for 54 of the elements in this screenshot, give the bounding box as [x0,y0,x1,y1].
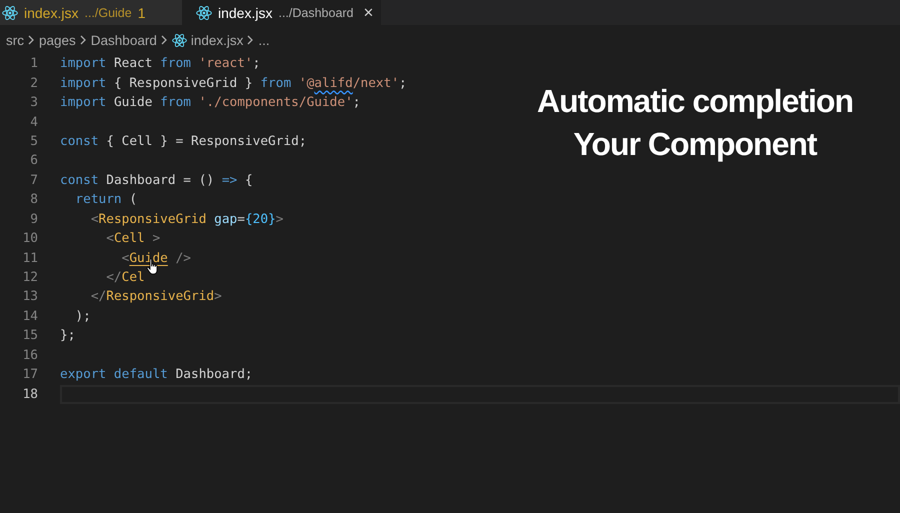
react-icon [196,4,212,20]
react-icon [2,4,18,20]
line-number: 6 [29,153,38,168]
line-number: 16 [22,348,38,363]
code-line: import React from 'react'; [60,56,260,72]
code-line: <Guide /> [120,250,191,266]
close-icon[interactable]: × [364,2,374,22]
tab-path: .../Guide [84,6,132,20]
breadcrumb-item[interactable]: src [6,32,24,48]
tab-filename: index.jsx [24,4,78,20]
breadcrumb-item[interactable]: ... [258,32,270,48]
breadcrumb-item[interactable]: Dashboard [90,32,157,48]
code-line: import Guide from './components/Guide'; [60,95,361,110]
line-number: 2 [29,76,38,91]
code-line: const { Cell } = ResponsiveGrid; [60,134,307,149]
breadcrumb-item[interactable]: index.jsx [172,32,244,48]
caption-text: Your Component [573,125,817,164]
code-line: </ResponsiveGrid> [90,289,222,304]
line-number: 9 [29,212,38,227]
line-number: 10 [22,231,38,246]
code-line: <Cell > [105,231,160,246]
code-line: export default Dashboard; [60,367,253,382]
editor-tab[interactable]: index.jsx .../Dashboard × [182,0,382,25]
chevron-icon [80,35,87,45]
line-number: 4 [29,114,38,130]
chevron-icon [28,35,35,45]
line-number: 1 [29,56,38,72]
problem-count: 1 [138,4,146,20]
line-number: 11 [22,250,38,266]
code-line: ); [74,308,91,324]
tab-path: .../Dashboard [278,6,354,20]
code-line: import { ResponsiveGrid } from '@alifd/next'; [60,76,407,91]
line-number: 17 [22,367,38,382]
code-line: return ( [74,192,138,208]
line-number: 15 [22,328,38,344]
line-number: 12 [22,270,38,286]
chevron-icon [160,35,168,45]
editor-tab[interactable]: index.jsx .../Guide 1 [0,0,182,25]
line-number: 18 [22,386,38,402]
chevron-icon [247,35,254,45]
caption-text: Automatic completion [536,82,853,121]
line-number: 14 [22,308,38,324]
line-number: 7 [29,172,38,188]
code-line: <ResponsiveGrid gap={20}> [90,212,284,227]
line-number: 13 [22,289,38,304]
line-number: 8 [29,192,38,208]
line-number: 3 [29,95,38,110]
code-line: </Cel [105,270,145,286]
react-icon [172,32,187,48]
tab-filename: index.jsx [218,4,272,20]
line-number: 5 [29,134,38,149]
code-line: const Dashboard = () => { [60,172,253,188]
breadcrumb-item[interactable]: pages [39,32,76,48]
code-line: }; [60,328,76,344]
